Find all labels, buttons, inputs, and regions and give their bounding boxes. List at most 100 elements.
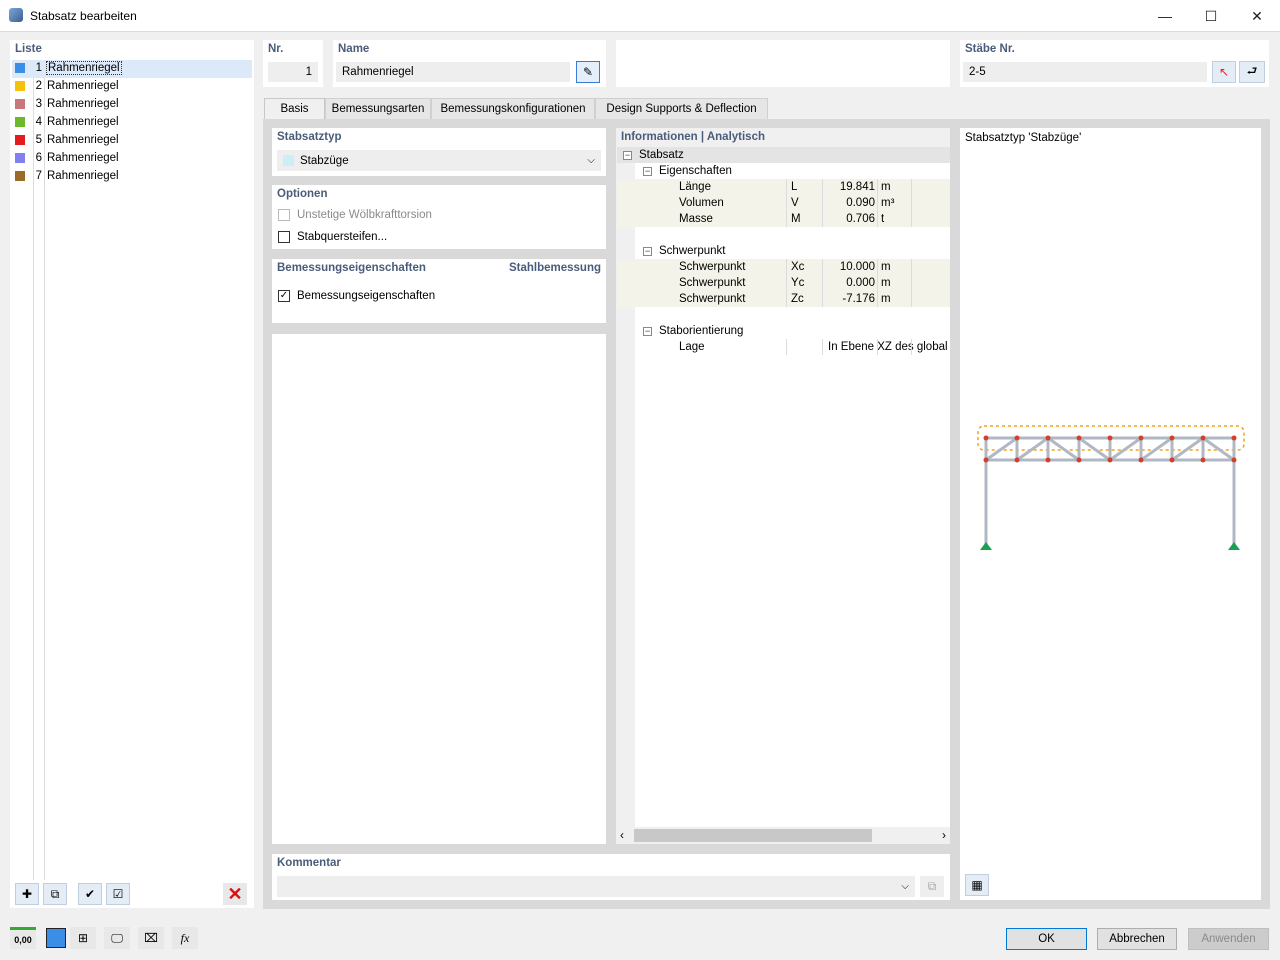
ok-button[interactable]: OK [1006,928,1087,950]
tab-4[interactable]: Design Supports & Deflection [595,98,768,119]
tab-1[interactable]: Basis [264,98,325,119]
bemessung-panel: Bemessungseigenschaften Stahlbemessung ✓… [272,259,606,323]
preview-settings-icon[interactable]: ▦ [965,874,989,896]
stabsatztyp-panel: Stabsatztyp Stabzüge ⌵ [272,128,606,176]
kommentar-copy-icon[interactable]: ⧉ [920,876,944,897]
delete-icon[interactable]: ✕ [223,883,247,905]
blank-panel [616,40,950,87]
close-button[interactable]: ✕ [1234,0,1280,32]
tree-unit: m [881,293,891,305]
collapse-icon[interactable]: − [623,151,632,160]
tree-row: Masse M 0.706 t [617,211,950,227]
kommentar-panel: Kommentar ⌵ ⧉ [272,854,950,900]
tree-row: Lage In Ebene XZ des globale [617,339,950,355]
list-header: Liste [15,43,42,55]
tree-label: Staborientierung [659,325,744,337]
stabquersteifen-checkbox[interactable] [278,231,290,243]
collapse-icon[interactable]: − [643,167,652,176]
tree-symbol: Zc [791,293,804,305]
list-item-number: 7 [35,170,42,182]
list-item[interactable]: 4 Rahmenriegel [12,114,252,132]
check-partial-icon[interactable]: ☑ [106,883,130,905]
numbering-icon[interactable]: ⊞ [70,927,96,949]
cancel-button[interactable]: Abbrechen [1097,928,1177,950]
name-field[interactable]: Rahmenriegel [336,62,570,82]
tree-row: − Schwerpunkt [617,243,950,259]
color-swatch [15,117,25,127]
bemessung-label: Bemessungseigenschaften [277,262,426,274]
list-item-label: Rahmenriegel [47,134,119,146]
name-panel: Name Rahmenriegel ✎ [333,40,606,87]
nr-field[interactable]: 1 [268,62,318,82]
tree-unit: t [881,213,885,225]
units-icon[interactable]: 0,00 [10,927,36,949]
color-swatch [15,171,25,181]
select-delete-icon[interactable]: ⌧ [138,927,164,949]
members-panel: Stäbe Nr. 2-5 ↖ ⮐ [960,40,1269,87]
tree-label: Lage [679,341,705,353]
copy-icon[interactable]: ⧉ [43,883,67,905]
stabsatztyp-color-swatch [283,155,294,166]
horizontal-scrollbar[interactable]: ‹ › [616,827,950,844]
list-item[interactable]: 6 Rahmenriegel [12,150,252,168]
stabsatztyp-value: Stabzüge [300,154,349,167]
tree-value: 10.000 [839,261,875,273]
preview-title: Stabsatztyp 'Stabzüge' [965,132,1082,144]
tree-row: Schwerpunkt Xc 10.000 m [617,259,950,275]
info-header: Informationen | Analytisch [621,131,766,143]
display-icon[interactable]: 🖵 [104,927,130,949]
list-item-number: 3 [35,98,42,110]
color-icon[interactable] [46,928,66,948]
tree-value: -7.176 [842,293,875,305]
optionen-label: Optionen [277,188,328,200]
list-item[interactable]: 3 Rahmenriegel [12,96,252,114]
bemessung-check-label: Bemessungseigenschaften [297,290,436,302]
app-icon [9,8,23,22]
stabsatztyp-select[interactable]: Stabzüge ⌵ [277,150,601,171]
tree-label: Volumen [679,197,724,209]
bemessung-checkbox[interactable]: ✓ [278,290,290,302]
members-label: Stäbe Nr. [965,43,1015,55]
tree-label: Länge [679,181,711,193]
tree-label: Masse [679,213,713,225]
tab-2[interactable]: Bemessungsarten [325,98,431,119]
wolbkraft-checkbox[interactable] [278,209,290,221]
list-item[interactable]: 7 Rahmenriegel [12,168,252,186]
tree-value: 0.706 [846,213,875,225]
chevron-down-icon[interactable]: ⌵ [901,881,909,892]
reverse-icon[interactable]: ⮐ [1239,61,1265,83]
tree-row: − Eigenschaften [617,163,950,179]
pick-members-icon[interactable]: ↖ [1212,61,1236,83]
tab-3[interactable]: Bemessungskonfigurationen [431,98,595,119]
list-item-label: Rahmenriegel [47,152,119,164]
kommentar-input[interactable]: ⌵ [277,876,915,897]
color-swatch [15,81,25,91]
tree-value: 19.841 [839,181,875,193]
collapse-icon[interactable]: − [643,247,652,256]
check-all-icon[interactable]: ✔ [78,883,102,905]
tree-unit: m [881,261,891,273]
list-item[interactable]: 1 Rahmenriegel [12,60,252,78]
apply-button[interactable]: Anwenden [1188,928,1269,950]
list-item[interactable]: 2 Rahmenriegel [12,78,252,96]
name-label: Name [338,43,370,55]
collapse-icon[interactable]: − [643,327,652,336]
list-item-number: 4 [35,116,42,128]
minimize-button[interactable]: — [1142,0,1188,32]
members-field[interactable]: 2-5 [963,62,1207,82]
new-item-icon[interactable]: ✚ [15,883,39,905]
color-swatch [15,135,25,145]
nr-panel: Nr. 1 [263,40,323,87]
formula-icon[interactable]: fx [172,927,198,949]
scroll-right-icon[interactable]: › [942,828,946,842]
nr-label: Nr. [268,43,284,55]
edit-name-icon[interactable]: ✎ [576,61,600,83]
preview-panel: Stabsatztyp 'Stabzüge' ▦ [960,128,1261,900]
list-item[interactable]: 5 Rahmenriegel [12,132,252,150]
scrollbar-thumb[interactable] [634,829,872,842]
list-item-number: 2 [35,80,42,92]
scroll-left-icon[interactable]: ‹ [620,828,624,842]
tree-value: 0.090 [846,197,875,209]
maximize-button[interactable]: ☐ [1188,0,1234,32]
tree-symbol: Yc [791,277,805,289]
